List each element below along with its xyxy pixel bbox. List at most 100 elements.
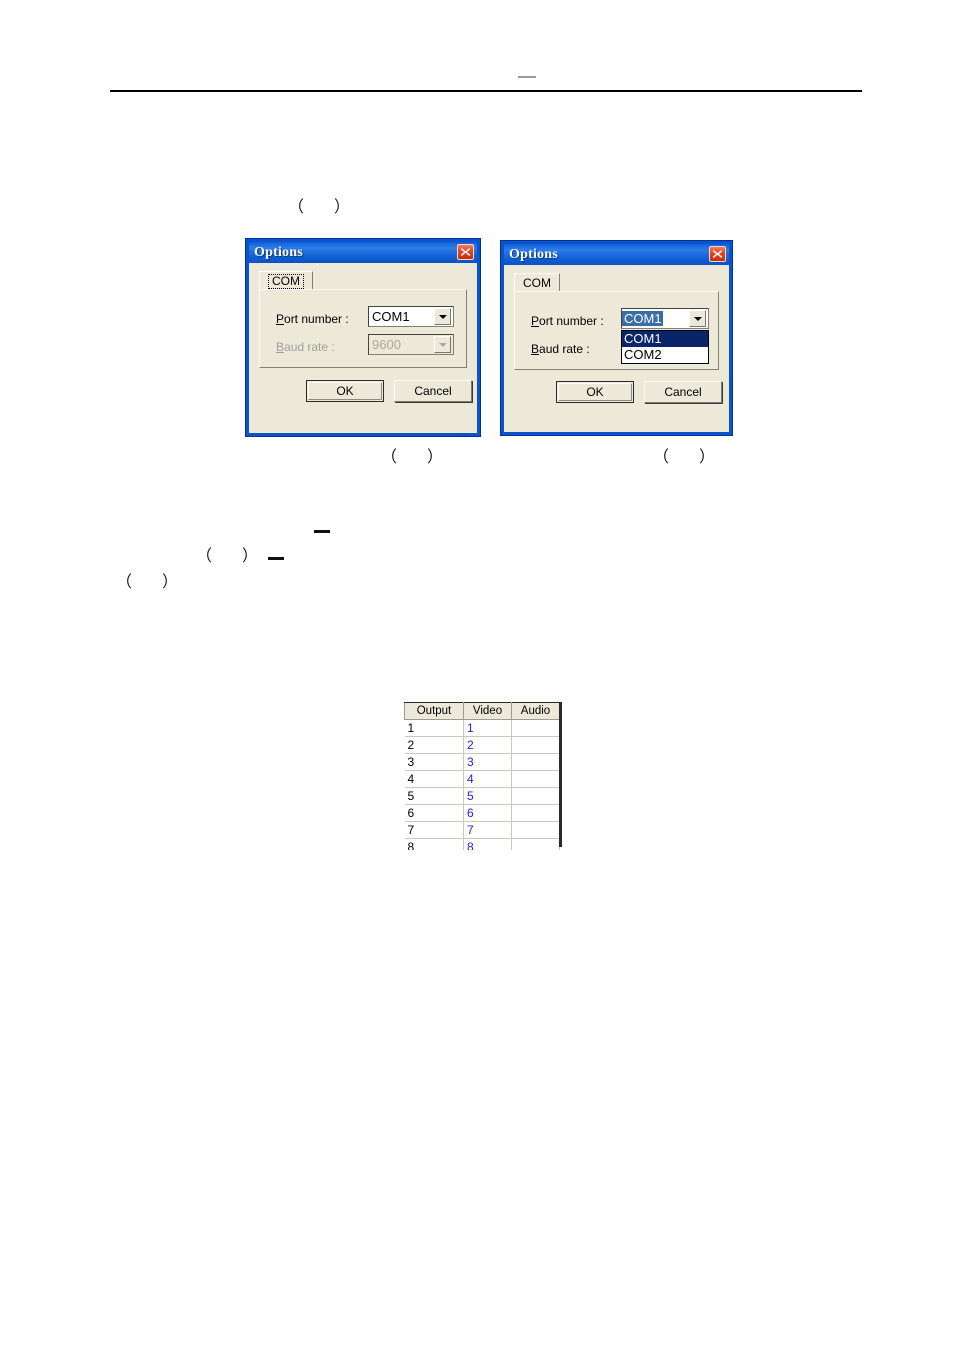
cancel-button-label: Cancel: [414, 384, 452, 398]
cell-audio[interactable]: [511, 787, 560, 805]
header-dash-mark: [518, 76, 536, 78]
tab-com[interactable]: COM: [259, 271, 313, 290]
cell-audio[interactable]: [511, 770, 560, 788]
chevron-down-icon[interactable]: [689, 310, 706, 327]
cell-output[interactable]: 7: [404, 821, 464, 839]
cell-audio[interactable]: [511, 838, 560, 850]
baud-rate-accel: B: [276, 339, 285, 354]
dialog-body: COM Port number : COM1 Baud rate : COM1 …: [504, 265, 729, 432]
column-header-video[interactable]: Video: [463, 702, 512, 720]
caption-paren-under-dialog-a: （ ）: [381, 449, 451, 466]
port-number-value: COM1: [622, 311, 663, 326]
table-row[interactable]: 77: [404, 821, 560, 839]
ok-button-label: OK: [336, 384, 354, 398]
cell-output[interactable]: 1: [404, 719, 464, 737]
baud-rate-row: Baud rate :: [276, 336, 335, 357]
table-row[interactable]: 66: [404, 804, 560, 822]
port-number-combo[interactable]: COM1: [368, 306, 454, 327]
grid-right-border: [559, 702, 562, 847]
cancel-button[interactable]: Cancel: [394, 380, 472, 402]
cell-video[interactable]: 5: [463, 787, 512, 805]
caption-paren-body-1: （ ）: [196, 548, 266, 565]
cancel-button[interactable]: Cancel: [644, 381, 722, 403]
table-row[interactable]: 88: [404, 838, 560, 850]
options-dialog-closed[interactable]: Options COM Port number : COM1 Baud rate…: [246, 239, 480, 436]
dropdown-option-com2[interactable]: COM2: [622, 347, 708, 363]
cell-audio[interactable]: [511, 736, 560, 754]
dropdown-option-com1[interactable]: COM1: [622, 331, 708, 347]
port-number-label-rest: ort number :: [284, 311, 349, 326]
dialog-body: COM Port number : COM1 Baud rate : 9600 …: [249, 263, 477, 433]
page-header: [0, 0, 954, 100]
port-number-combo[interactable]: COM1: [621, 308, 709, 329]
table-row[interactable]: 11: [404, 719, 560, 737]
table-row[interactable]: 55: [404, 787, 560, 805]
caption-paren-body-2: （ ）: [116, 574, 186, 591]
ok-button[interactable]: OK: [556, 381, 634, 403]
cancel-button-label: Cancel: [664, 385, 702, 399]
tab-com-label: COM: [268, 273, 304, 289]
cell-video[interactable]: 7: [463, 821, 512, 839]
baud-rate-combo: 9600: [368, 334, 454, 355]
cell-audio[interactable]: [511, 719, 560, 737]
baud-rate-label-rest: aud rate :: [539, 341, 590, 356]
close-icon[interactable]: [709, 246, 726, 262]
cell-video[interactable]: 2: [463, 736, 512, 754]
cell-audio[interactable]: [511, 804, 560, 822]
port-number-accel: P: [531, 313, 540, 328]
titlebar[interactable]: Options: [504, 244, 729, 265]
port-number-label: Port number :: [276, 312, 349, 326]
column-header-output[interactable]: Output: [404, 702, 464, 720]
tab-strip: COM: [259, 271, 455, 290]
cell-video[interactable]: 3: [463, 753, 512, 771]
cell-output[interactable]: 4: [404, 770, 464, 788]
cell-output[interactable]: 5: [404, 787, 464, 805]
chevron-down-icon-disabled: [434, 336, 451, 353]
port-number-label-rest: ort number :: [539, 313, 604, 328]
baud-rate-label: Baud rate :: [531, 342, 590, 356]
baud-rate-label: Baud rate :: [276, 340, 335, 354]
tab-page-com: Port number : COM1 Baud rate : COM1 COM2: [514, 291, 719, 370]
ok-button-label: OK: [586, 385, 604, 399]
cell-output[interactable]: 2: [404, 736, 464, 754]
port-number-row: Port number :: [276, 308, 349, 329]
port-number-dropdown-list[interactable]: COM1 COM2: [621, 330, 709, 364]
output-routing-grid[interactable]: Output Video Audio 1122334455667788: [404, 702, 562, 850]
baud-rate-row: Baud rate :: [531, 338, 590, 359]
dialog-title: Options: [254, 244, 303, 260]
baud-rate-label-rest: aud rate :: [284, 339, 335, 354]
titlebar[interactable]: Options: [249, 242, 477, 263]
baud-rate-accel: B: [531, 341, 540, 356]
port-number-label: Port number :: [531, 314, 604, 328]
cell-audio[interactable]: [511, 753, 560, 771]
ok-button[interactable]: OK: [306, 380, 384, 402]
baud-rate-value: 9600: [372, 337, 401, 352]
cell-output[interactable]: 6: [404, 804, 464, 822]
cell-output[interactable]: 8: [404, 838, 464, 850]
port-number-row: Port number :: [531, 310, 604, 331]
body-dash-mark-1: [314, 530, 330, 533]
column-header-audio[interactable]: Audio: [511, 702, 560, 720]
header-horizontal-rule: [110, 90, 862, 92]
dialog-title: Options: [509, 246, 558, 262]
cell-video[interactable]: 1: [463, 719, 512, 737]
cell-output[interactable]: 3: [404, 753, 464, 771]
options-dialog-open[interactable]: Options COM Port number : COM1 Baud rate…: [501, 241, 732, 435]
cell-video[interactable]: 8: [463, 838, 512, 850]
port-number-accel: P: [276, 311, 285, 326]
table-row[interactable]: 22: [404, 736, 560, 754]
cell-video[interactable]: 4: [463, 770, 512, 788]
tab-com-label: COM: [523, 276, 551, 290]
tab-strip: COM: [514, 273, 710, 292]
port-number-value: COM1: [372, 309, 410, 324]
table-header-row: Output Video Audio: [404, 702, 560, 720]
cell-audio[interactable]: [511, 821, 560, 839]
table-row[interactable]: 44: [404, 770, 560, 788]
caption-paren-under-dialog-b: （ ）: [653, 449, 723, 466]
chevron-down-icon[interactable]: [434, 308, 451, 325]
table-row[interactable]: 33: [404, 753, 560, 771]
tab-com[interactable]: COM: [514, 273, 560, 292]
close-icon[interactable]: [457, 244, 474, 260]
cell-video[interactable]: 6: [463, 804, 512, 822]
tab-page-com: Port number : COM1 Baud rate : 9600: [259, 289, 467, 368]
